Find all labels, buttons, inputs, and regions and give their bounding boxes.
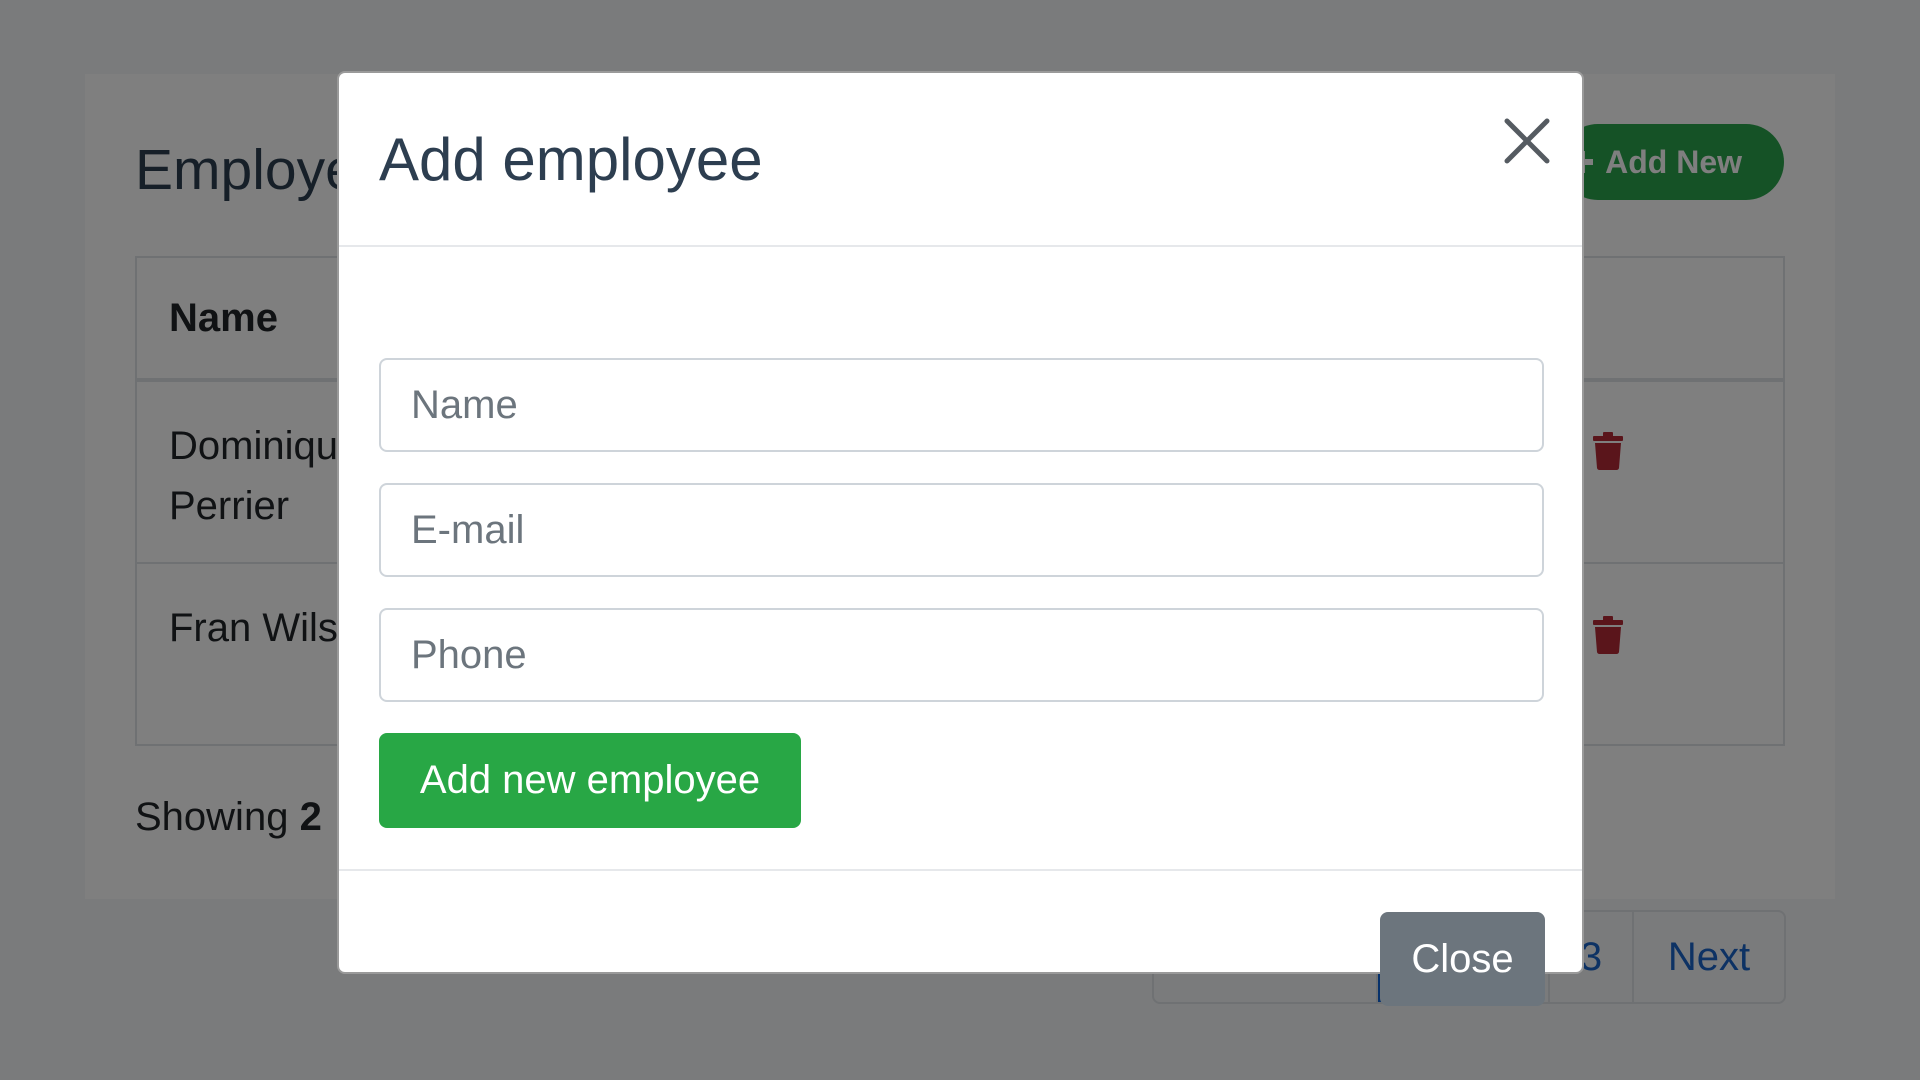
email-input[interactable] <box>379 483 1544 577</box>
add-employee-modal: Add employee Add new employee Close <box>337 71 1584 1006</box>
close-button[interactable]: Close <box>1380 912 1545 1006</box>
close-icon[interactable] <box>1497 111 1557 171</box>
modal-footer: Close <box>339 869 1582 1006</box>
name-input[interactable] <box>379 358 1544 452</box>
modal-body: Add new employee <box>339 247 1582 869</box>
modal-header: Add employee <box>339 73 1582 247</box>
add-new-employee-button[interactable]: Add new employee <box>379 733 801 828</box>
modal-title: Add employee <box>379 126 763 193</box>
phone-input[interactable] <box>379 608 1544 702</box>
page: Employe Add New Name Dominiqu Perrier Fr… <box>0 0 1920 1080</box>
